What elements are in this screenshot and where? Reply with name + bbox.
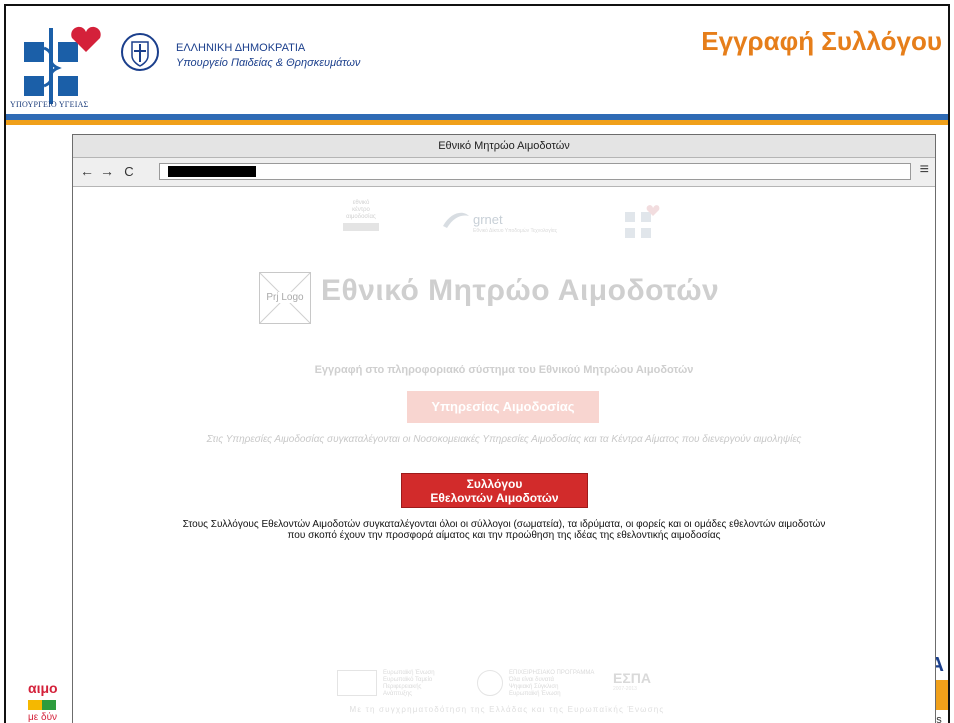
partner-logos: εθνικό κέντρο αιμοδοσίας grnet Εθνικό Δί… [341, 200, 661, 244]
grnet-name: grnet [473, 212, 503, 227]
eu-text-line: Ευρωπαϊκή Ένωση [383, 670, 435, 676]
slide: ΥΠΟΥΡΓΕΙΟ ΥΓΕΙΑΣ ΕΛΛΗΝΙΚΗ ΔΗΜΟΚΡΑΤΙΑ Υπο… [4, 4, 950, 723]
dc-text-line: ΕΠΙΧΕΙΡΗΣΙΑΚΟ ΠΡΟΓΡΑΜΜΑ [509, 670, 595, 676]
project-logo-label: Prj Logo [260, 292, 310, 303]
ministry-education-label: Υπουργείο Παιδείας & Θρησκευμάτων [176, 57, 361, 69]
dc-text-line: Ψηφιακή Σύγκλιση [509, 684, 559, 690]
registration-intro: Εγγραφή στο πληροφοριακό σύστημα του Εθν… [314, 364, 694, 376]
dc-text-line: Ευρωπαϊκή Ένωση [509, 691, 561, 697]
reload-icon[interactable]: C [121, 164, 137, 179]
grnet-swoosh-icon [443, 212, 469, 228]
blood-center-logo: εθνικό κέντρο αιμοδοσίας [341, 200, 381, 240]
blood-center-line: αιμοδοσίας [346, 214, 376, 220]
browser-title: Εθνικό Μητρώο Αιμοδοτών [73, 135, 935, 158]
volunteer-clubs-description: Στους Συλλόγους Εθελοντών Αιμοδοτών συγκ… [73, 519, 935, 541]
grnet-logo: grnet Εθνικό Δίκτυο Υποδομών Τεχνολογίας [441, 206, 571, 236]
forward-arrow-icon[interactable]: → [99, 163, 115, 179]
blood-center-line: κέντρο [352, 207, 370, 213]
volunteer-clubs-button[interactable]: Συλλόγου Εθελοντών Αιμοδοτών [401, 473, 588, 508]
project-logo-placeholder: Prj Logo [259, 272, 311, 324]
cofunding-caption: Με τη συγχρηματοδότηση της Ελλάδας και τ… [349, 705, 665, 714]
ministry-small-logo [625, 205, 660, 238]
digital-convergence-text: ΕΠΙΧΕΙΡΗΣΙΑΚΟ ΠΡΟΓΡΑΜΜΑ Όλα είναι δυνατά… [509, 670, 594, 698]
espa-logo: ΕΣΠΑ [613, 670, 651, 686]
left-peek-yellow-mark [28, 700, 42, 710]
hellenic-republic-emblem [121, 33, 159, 71]
eu-text-line: Περιφερειακής [383, 684, 422, 690]
espa-years: 2007-2013 [613, 686, 637, 692]
blood-services-description: Στις Υπηρεσίες Αιμοδοσίας συγκαταλέγοντα… [206, 434, 802, 445]
grnet-tagline: Εθνικό Δίκτυο Υποδομών Τεχνολογίας [473, 228, 558, 234]
registry-title: Εθνικό Μητρώο Αιμοδοτών [321, 274, 720, 307]
clubs-description-line1: Στους Συλλόγους Εθελοντών Αιμοδοτών συγκ… [182, 519, 826, 530]
back-arrow-icon[interactable]: ← [79, 163, 95, 179]
eu-text: Ευρωπαϊκή Ένωση Ευρωπαϊκό Ταμείο Περιφερ… [383, 670, 435, 698]
left-peek-word: αιμο [28, 680, 58, 696]
eu-text-line: Ευρωπαϊκό Ταμείο [383, 677, 433, 683]
blood-services-button[interactable]: Υπηρεσίας Αιμοδοσίας [407, 391, 599, 423]
eu-flag-icon [337, 670, 377, 696]
browser-window: Εθνικό Μητρώο Αιμοδοτών ← → C ≡ εθνικό κ… [72, 134, 936, 723]
address-bar[interactable] [159, 163, 911, 180]
ministry-caption: ΥΠΟΥΡΓΕΙΟ ΥΓΕΙΑΣ [10, 100, 89, 109]
eu-text-line: Ανάπτυξης [383, 691, 413, 697]
digital-convergence-emblem-icon [477, 670, 503, 696]
dc-text-line: Όλα είναι δυνατά [509, 677, 555, 683]
clubs-button-line2: Εθελοντών Αιμοδοτών [430, 491, 559, 505]
left-peek-sub: με δύν [28, 712, 58, 723]
slide-title: Εγγραφή Συλλόγου [701, 26, 942, 56]
hamburger-menu-icon[interactable]: ≡ [920, 161, 929, 179]
funding-logos: Ευρωπαϊκή Ένωση Ευρωπαϊκό Ταμείο Περιφερ… [327, 670, 687, 720]
republic-label: ΕΛΛΗΝΙΚΗ ΔΗΜΟΚΡΑΤΙΑ [176, 42, 306, 54]
header-stripe-orange [6, 120, 948, 125]
left-peek-green-mark [42, 700, 56, 710]
page-viewport: εθνικό κέντρο αιμοδοσίας grnet Εθνικό Δί… [73, 186, 935, 723]
browser-toolbar: ← → C ≡ [73, 158, 935, 187]
blood-center-line: εθνικό [352, 200, 370, 206]
clubs-button-line1: Συλλόγου [466, 477, 523, 491]
clubs-description-line2: που σκοπό έχουν την προσφορά αίματος και… [287, 530, 721, 541]
redacted-url [168, 166, 256, 177]
